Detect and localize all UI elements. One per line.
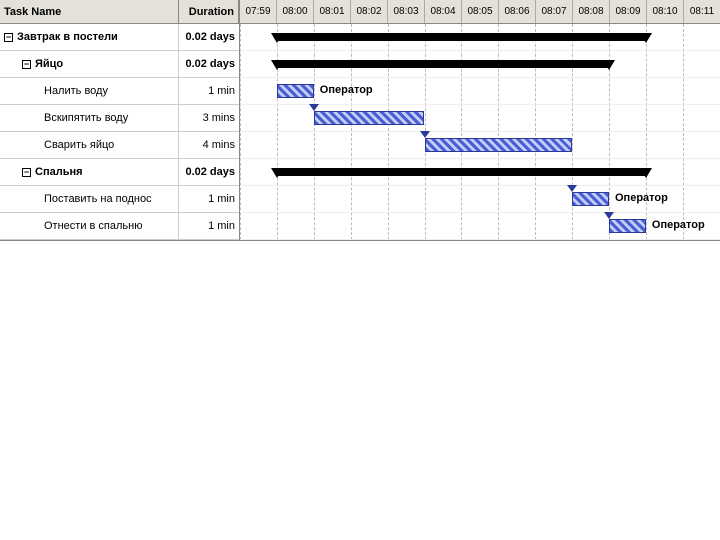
resource-label: Оператор (652, 219, 705, 231)
task-name: Завтрак в постели (17, 31, 118, 43)
timeline-tick: 08:10 (647, 0, 684, 23)
summary-bar[interactable] (277, 33, 646, 41)
timeline-tick: 08:09 (610, 0, 647, 23)
task-duration: 1 min (179, 186, 239, 212)
table-row[interactable]: Поставить на поднос 1 min (0, 186, 239, 213)
task-duration: 0.02 days (179, 24, 239, 50)
dependency-arrow-icon (309, 104, 319, 111)
dependency-arrow-icon (420, 131, 430, 138)
column-header-name[interactable]: Task Name (0, 0, 179, 23)
task-duration: 0.02 days (179, 51, 239, 77)
task-name-cell[interactable]: Отнести в спальню (0, 213, 179, 239)
gantt-view: Task Name Duration −Завтрак в постели0.0… (0, 0, 720, 241)
task-name: Яйцо (35, 58, 63, 70)
table-row[interactable]: −Завтрак в постели0.02 days (0, 24, 239, 51)
dependency-arrow-icon (567, 185, 577, 192)
timeline-tick: 08:05 (462, 0, 499, 23)
timeline-tick: 08:07 (536, 0, 573, 23)
chart-row: Оператор (240, 213, 720, 240)
table-row[interactable]: Вскипятить воду 3 mins (0, 105, 239, 132)
table-row[interactable]: Сварить яйцо 4 mins (0, 132, 239, 159)
timeline-tick: 08:01 (314, 0, 351, 23)
task-name-cell[interactable]: Поставить на поднос (0, 186, 179, 212)
timeline-header: 07:5908:0008:0108:0208:0308:0408:0508:06… (240, 0, 720, 24)
task-bar[interactable] (314, 111, 425, 125)
task-bar[interactable] (277, 84, 314, 98)
timeline-tick: 08:00 (277, 0, 314, 23)
chart-row (240, 132, 720, 159)
task-name-cell[interactable]: Сварить яйцо (0, 132, 179, 158)
summary-bar[interactable] (277, 60, 609, 68)
timeline-tick: 08:03 (388, 0, 425, 23)
task-duration: 0.02 days (179, 159, 239, 185)
collapse-icon[interactable]: − (22, 168, 31, 177)
task-name-cell[interactable]: Налить воду (0, 78, 179, 104)
timeline-tick: 08:11 (684, 0, 720, 23)
task-name-cell[interactable]: −Яйцо (0, 51, 179, 77)
table-row[interactable]: −Яйцо0.02 days (0, 51, 239, 78)
resource-label: Оператор (615, 192, 668, 204)
timeline-tick: 07:59 (240, 0, 277, 23)
collapse-icon[interactable]: − (22, 60, 31, 69)
resource-label: Оператор (320, 84, 373, 96)
chart-row (240, 24, 720, 51)
collapse-icon[interactable]: − (4, 33, 13, 42)
task-name-cell[interactable]: −Завтрак в постели (0, 24, 179, 50)
timeline-tick: 08:04 (425, 0, 462, 23)
task-name: Вскипятить воду (44, 112, 128, 124)
task-name: Сварить яйцо (44, 139, 114, 151)
column-header-duration[interactable]: Duration (179, 0, 239, 23)
table-row[interactable]: Налить воду 1 min (0, 78, 239, 105)
task-name: Спальня (35, 166, 83, 178)
chart-row (240, 159, 720, 186)
task-name-cell[interactable]: Вскипятить воду (0, 105, 179, 131)
task-name: Поставить на поднос (44, 193, 152, 205)
timeline-body[interactable]: Оператор Оператор Оператор (240, 24, 720, 240)
dependency-arrow-icon (604, 212, 614, 219)
table-row[interactable]: −Спальня0.02 days (0, 159, 239, 186)
task-duration: 3 mins (179, 105, 239, 131)
task-bar[interactable] (609, 219, 646, 233)
chart-row (240, 105, 720, 132)
task-duration: 1 min (179, 78, 239, 104)
task-duration: 4 mins (179, 132, 239, 158)
timeline-tick: 08:02 (351, 0, 388, 23)
chart-row: Оператор (240, 186, 720, 213)
timeline-tick: 08:06 (499, 0, 536, 23)
task-bar[interactable] (425, 138, 573, 152)
chart-row: Оператор (240, 78, 720, 105)
task-name-cell[interactable]: −Спальня (0, 159, 179, 185)
task-table: Task Name Duration −Завтрак в постели0.0… (0, 0, 240, 240)
timeline: 07:5908:0008:0108:0208:0308:0408:0508:06… (240, 0, 720, 240)
task-name: Отнести в спальню (44, 220, 142, 232)
timeline-tick: 08:08 (573, 0, 610, 23)
task-duration: 1 min (179, 213, 239, 239)
table-row[interactable]: Отнести в спальню 1 min (0, 213, 239, 240)
task-bar[interactable] (572, 192, 609, 206)
chart-row (240, 51, 720, 78)
task-name: Налить воду (44, 85, 108, 97)
summary-bar[interactable] (277, 168, 646, 176)
table-header: Task Name Duration (0, 0, 239, 24)
